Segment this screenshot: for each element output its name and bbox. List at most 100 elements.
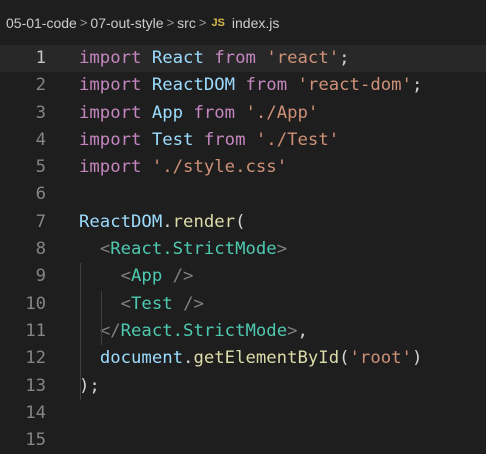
code-token: Test <box>151 129 194 150</box>
code-token: ( <box>235 211 246 232</box>
code-token: getElementById <box>193 348 340 369</box>
breadcrumb: 05-01-code > 07-out-style > src > JS ind… <box>0 0 486 45</box>
line-number: 1 <box>35 48 46 68</box>
line-number: 4 <box>35 129 46 150</box>
code-line[interactable]: 13); <box>0 373 486 400</box>
code-token: ReactDOM <box>151 75 236 96</box>
code-token: from <box>214 48 256 68</box>
line-number: 10 <box>25 293 46 314</box>
code-token: ; <box>339 48 350 68</box>
code-token: </ <box>99 320 121 341</box>
code-token: './Test' <box>255 129 340 150</box>
code-text: <React.StrictMode> <box>79 236 287 263</box>
code-token: , <box>297 320 308 341</box>
code-token: < <box>120 266 132 287</box>
code-token: ; <box>411 75 423 96</box>
code-token: /> <box>183 293 204 314</box>
code-line[interactable]: 12 document.getElementById('root') <box>0 345 486 372</box>
code-token: App <box>151 102 184 123</box>
code-line[interactable]: 14 <box>0 400 486 427</box>
chevron-right-icon: > <box>198 15 207 30</box>
line-number: 14 <box>25 402 46 423</box>
code-token: './App' <box>245 102 319 123</box>
code-text: import Test from './Test' <box>79 127 339 154</box>
code-text: ); <box>79 373 100 400</box>
chevron-right-icon: > <box>166 15 175 30</box>
indent-guide <box>101 291 102 345</box>
code-line[interactable]: 8 <React.StrictMode> <box>0 236 486 263</box>
code-text: </React.StrictMode>, <box>79 318 308 345</box>
line-number: 15 <box>25 430 46 451</box>
code-token: render <box>172 211 236 232</box>
indent-guide <box>80 263 81 400</box>
code-token: < <box>120 293 132 314</box>
breadcrumb-folder-07-out-style[interactable]: 07-out-style <box>90 15 163 31</box>
line-number: 9 <box>35 266 46 287</box>
line-number: 11 <box>25 320 46 341</box>
code-line[interactable]: 11 </React.StrictMode>, <box>0 318 486 345</box>
code-line[interactable]: 9 <App /> <box>0 263 486 290</box>
code-editor[interactable]: 1 import React from 'react'; 2 import React… <box>0 45 486 450</box>
code-token: from <box>193 102 236 123</box>
code-token: import <box>79 48 142 68</box>
code-line[interactable]: 15 <box>0 427 486 454</box>
code-line[interactable]: 2 import ReactDOM from 'react-dom'; <box>0 72 486 99</box>
code-token: React <box>151 48 204 68</box>
line-number: 7 <box>35 211 46 232</box>
code-token: import <box>79 129 142 150</box>
breadcrumb-folder-src[interactable]: src <box>177 15 196 31</box>
chevron-right-icon: > <box>79 15 88 30</box>
breadcrumb-folder-05-01-code[interactable]: 05-01-code <box>6 15 77 31</box>
line-number: 12 <box>25 348 46 369</box>
code-token: . <box>162 211 173 232</box>
code-token: Test <box>131 293 173 314</box>
code-text: document.getElementById('root') <box>79 345 423 372</box>
code-token: React.StrictMode <box>110 239 277 260</box>
code-token: > <box>276 239 288 260</box>
code-token: ReactDOM <box>79 211 163 232</box>
code-text: ReactDOM.render( <box>79 209 245 236</box>
code-token: document <box>99 348 184 369</box>
code-line[interactable]: 1 import React from 'react'; <box>0 45 486 73</box>
code-token: . <box>183 348 194 369</box>
code-token: import <box>79 75 142 96</box>
line-number: 8 <box>35 239 46 260</box>
code-line[interactable]: 10 <Test /> <box>0 291 486 318</box>
code-line[interactable]: 3 import App from './App' <box>0 100 486 127</box>
code-text: import React from 'react'; <box>79 45 350 72</box>
code-token: from <box>245 75 288 96</box>
code-token: React.StrictMode <box>120 320 288 341</box>
line-number: 3 <box>35 102 46 123</box>
code-line[interactable]: 5 import './style.css' <box>0 154 486 181</box>
code-line[interactable]: 4 import Test from './Test' <box>0 127 486 154</box>
code-token: './style.css' <box>151 157 288 178</box>
breadcrumb-file-name[interactable]: index.js <box>232 15 279 31</box>
code-token: 'react-dom' <box>297 75 412 96</box>
code-line[interactable]: 6 <box>0 181 486 208</box>
code-token: ); <box>79 375 100 396</box>
code-text: <Test /> <box>79 291 204 318</box>
code-token: App <box>131 266 163 287</box>
code-token: import <box>79 102 142 123</box>
code-text: import './style.css' <box>79 154 287 181</box>
code-token: ) <box>411 348 423 369</box>
code-line[interactable]: 7 ReactDOM.render( <box>0 209 486 236</box>
